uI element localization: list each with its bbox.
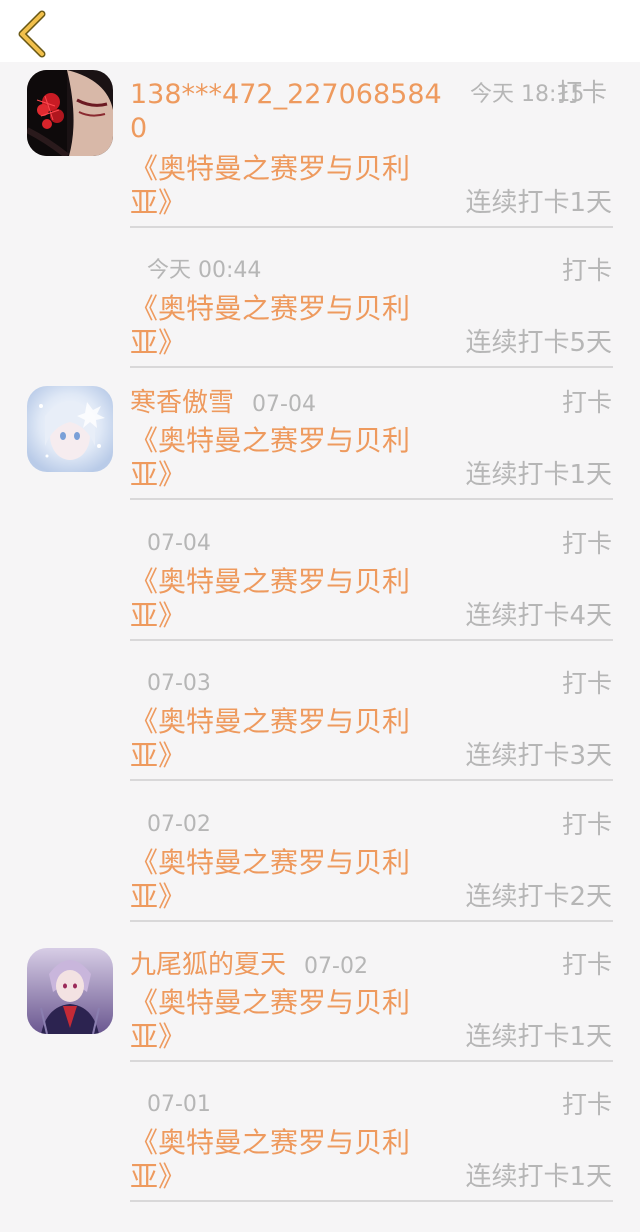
checkin-action-button[interactable]: 打卡 — [562, 808, 612, 842]
checkin-entry: 138***472_2270685840 今天 18:15 打卡 《奥特曼之赛罗… — [0, 62, 640, 228]
checkin-time: 07-02 — [147, 812, 211, 837]
checkin-action-button[interactable]: 打卡 — [557, 76, 607, 110]
top-nav-bar — [0, 0, 640, 62]
streak-count: 连续打卡5天 — [465, 328, 612, 358]
checkin-entry: 07-04 打卡 《奥特曼之赛罗与贝利亚》 连续打卡4天 — [0, 527, 640, 667]
user-avatar-image — [27, 70, 113, 156]
streak-count: 连续打卡1天 — [465, 188, 612, 218]
checkin-entry: 07-01 打卡 《奥特曼之赛罗与贝利亚》 连续打卡1天 — [0, 1088, 640, 1228]
entry-header: 九尾狐的夏天 07-02 — [130, 948, 368, 982]
book-title[interactable]: 《奥特曼之赛罗与贝利亚》 — [130, 705, 430, 773]
checkin-entry: 07-03 打卡 《奥特曼之赛罗与贝利亚》 连续打卡3天 — [0, 667, 640, 807]
streak-count: 连续打卡2天 — [465, 882, 612, 912]
checkin-action-button[interactable]: 打卡 — [562, 1088, 612, 1122]
book-title[interactable]: 《奥特曼之赛罗与贝利亚》 — [130, 424, 430, 492]
checkin-action-button[interactable]: 打卡 — [562, 254, 612, 288]
checkin-time: 07-03 — [147, 671, 211, 696]
checkin-entry: 寒香傲雪 07-04 打卡 《奥特曼之赛罗与贝利亚》 连续打卡1天 — [0, 386, 640, 526]
user-avatar-image — [27, 948, 113, 1034]
divider — [130, 366, 613, 368]
divider — [130, 1060, 613, 1062]
checkin-time: 07-04 — [147, 531, 211, 556]
user-avatar-image — [27, 386, 113, 472]
username[interactable]: 寒香傲雪 — [130, 388, 234, 418]
avatar[interactable] — [27, 948, 113, 1034]
checkin-feed: 138***472_2270685840 今天 18:15 打卡 《奥特曼之赛罗… — [0, 62, 640, 1232]
divider — [130, 779, 613, 781]
checkin-action-button[interactable]: 打卡 — [562, 386, 612, 420]
checkin-action-button[interactable]: 打卡 — [562, 667, 612, 701]
checkin-action-button[interactable]: 打卡 — [562, 948, 612, 982]
checkin-entry: 九尾狐的夏天 07-02 打卡 《奥特曼之赛罗与贝利亚》 连续打卡1天 — [0, 948, 640, 1088]
streak-count: 连续打卡1天 — [465, 1162, 612, 1192]
divider — [130, 639, 613, 641]
avatar[interactable] — [27, 386, 113, 472]
streak-count: 连续打卡1天 — [465, 460, 612, 490]
streak-count: 连续打卡3天 — [465, 741, 612, 771]
book-title[interactable]: 《奥特曼之赛罗与贝利亚》 — [130, 152, 430, 220]
avatar[interactable] — [27, 70, 113, 156]
chevron-left-icon — [18, 10, 46, 58]
checkin-time: 07-02 — [304, 954, 368, 979]
streak-count: 连续打卡4天 — [465, 601, 612, 631]
username[interactable]: 九尾狐的夏天 — [130, 950, 286, 980]
back-button[interactable] — [12, 10, 56, 58]
checkin-time: 07-04 — [252, 392, 316, 417]
username[interactable]: 138***472_2270685840 — [130, 78, 448, 146]
divider — [130, 920, 613, 922]
book-title[interactable]: 《奥特曼之赛罗与贝利亚》 — [130, 846, 430, 914]
book-title[interactable]: 《奥特曼之赛罗与贝利亚》 — [130, 292, 430, 360]
entry-header: 寒香傲雪 07-04 — [130, 386, 316, 420]
book-title[interactable]: 《奥特曼之赛罗与贝利亚》 — [130, 1126, 430, 1194]
checkin-entry: 今天 00:44 打卡 《奥特曼之赛罗与贝利亚》 连续打卡5天 — [0, 254, 640, 394]
checkin-entry: 07-02 打卡 《奥特曼之赛罗与贝利亚》 连续打卡2天 — [0, 808, 640, 948]
divider — [130, 226, 613, 228]
divider — [130, 1200, 613, 1202]
checkin-action-button[interactable]: 打卡 — [562, 527, 612, 561]
book-title[interactable]: 《奥特曼之赛罗与贝利亚》 — [130, 986, 430, 1054]
book-title[interactable]: 《奥特曼之赛罗与贝利亚》 — [130, 565, 430, 633]
checkin-time: 今天 00:44 — [147, 258, 262, 283]
divider — [130, 498, 613, 500]
streak-count: 连续打卡1天 — [465, 1022, 612, 1052]
checkin-time: 07-01 — [147, 1092, 211, 1117]
